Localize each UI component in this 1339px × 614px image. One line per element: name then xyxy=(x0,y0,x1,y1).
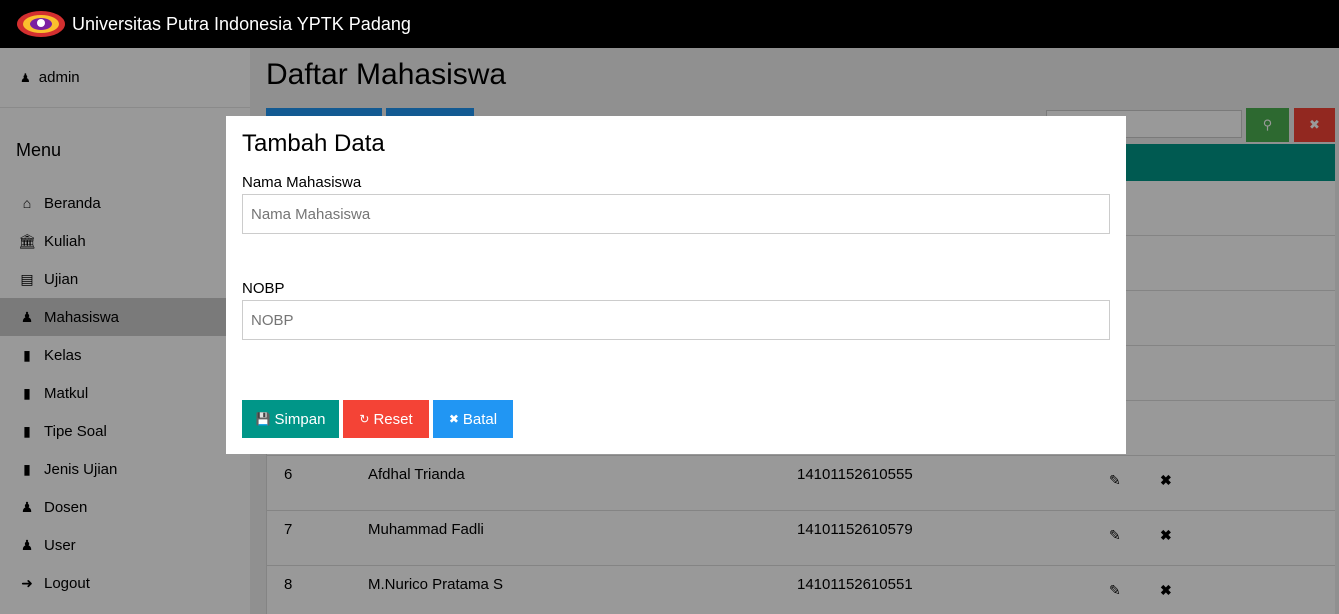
add-student-modal: Tambah Data Nama Mahasiswa NOBP 💾 Simpan… xyxy=(226,116,1126,454)
app-title: Universitas Putra Indonesia YPTK Padang xyxy=(72,13,411,34)
nobp-label: NOBP xyxy=(242,280,285,297)
save-icon: 💾 xyxy=(255,412,271,426)
reset-button-label: Reset xyxy=(373,410,413,428)
student-name-input[interactable] xyxy=(242,194,1110,234)
reset-button[interactable]: ↻ Reset xyxy=(343,400,429,438)
save-button[interactable]: 💾 Simpan xyxy=(242,400,339,438)
nobp-input[interactable] xyxy=(242,300,1110,340)
cancel-button-label: Batal xyxy=(462,410,498,428)
refresh-icon: ↻ xyxy=(359,412,370,426)
cancel-button[interactable]: ✖ Batal xyxy=(433,400,513,438)
save-button-label: Simpan xyxy=(274,410,326,428)
modal-title: Tambah Data xyxy=(242,130,385,157)
university-logo-icon xyxy=(17,11,65,37)
top-bar: Universitas Putra Indonesia YPTK Padang xyxy=(0,0,1339,48)
student-name-label: Nama Mahasiswa xyxy=(242,174,362,191)
close-icon: ✖ xyxy=(448,412,459,426)
